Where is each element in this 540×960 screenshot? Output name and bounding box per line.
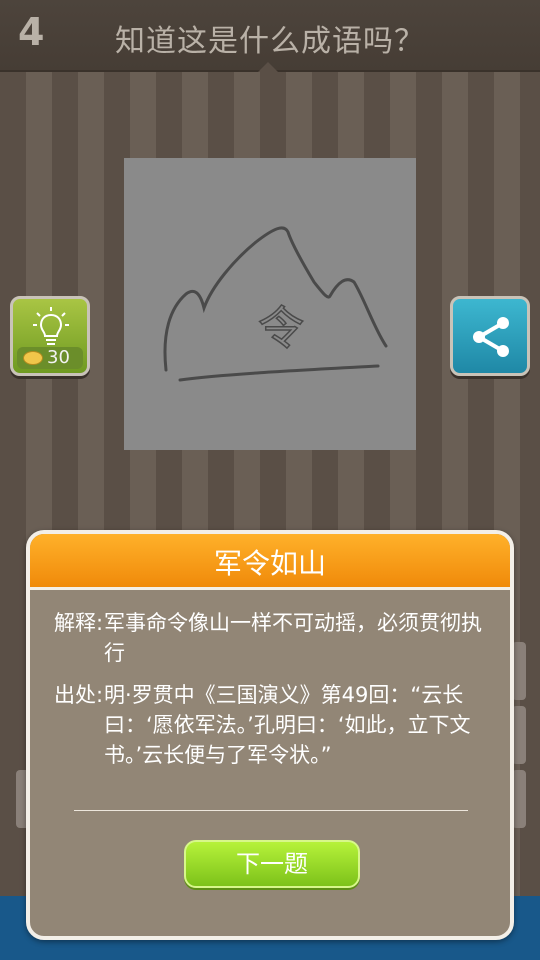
- share-icon: [473, 317, 509, 357]
- coin-icon: [23, 351, 43, 365]
- answer-slot: [512, 706, 526, 764]
- hint-cost-badge: 30: [17, 347, 83, 369]
- puzzle-picture: 令: [124, 158, 416, 450]
- explanation-label: 解释:: [54, 611, 104, 635]
- source-text: 明·罗贯中《三国演义》第49回：“云长曰：‘愿依军法。’孔明曰：‘如此，立下文书…: [104, 683, 471, 767]
- hint-cost: 30: [47, 347, 70, 368]
- lightbulb-icon: [33, 307, 69, 345]
- share-button[interactable]: [450, 296, 530, 376]
- explanation-row: 解释: 军事命令像山一样不可动摇，必须贯彻执行: [54, 608, 494, 672]
- question-text: 知道这是什么成语吗？: [115, 24, 425, 59]
- next-question-button[interactable]: 下一题: [184, 840, 360, 888]
- source-label: 出处:: [54, 683, 104, 707]
- source-row: 出处: 明·罗贯中《三国演义》第49回：“云长曰：‘愿依军法。’孔明曰：‘如此，…: [54, 680, 494, 780]
- ling-character: 令: [258, 301, 304, 355]
- explanation-text: 军事命令像山一样不可动摇，必须贯彻执行: [104, 611, 482, 665]
- answer-slot: [512, 642, 526, 700]
- header-notch: [258, 62, 278, 72]
- idiom-title: 军令如山: [30, 534, 510, 590]
- divider: [74, 810, 468, 811]
- answer-slot: [512, 770, 526, 828]
- answer-dialog: 军令如山 解释: 军事命令像山一样不可动摇，必须贯彻执行 出处: 明·罗贯中《三…: [26, 530, 514, 940]
- hint-button[interactable]: 30: [10, 296, 90, 376]
- mountain-drawing: 令: [163, 226, 388, 382]
